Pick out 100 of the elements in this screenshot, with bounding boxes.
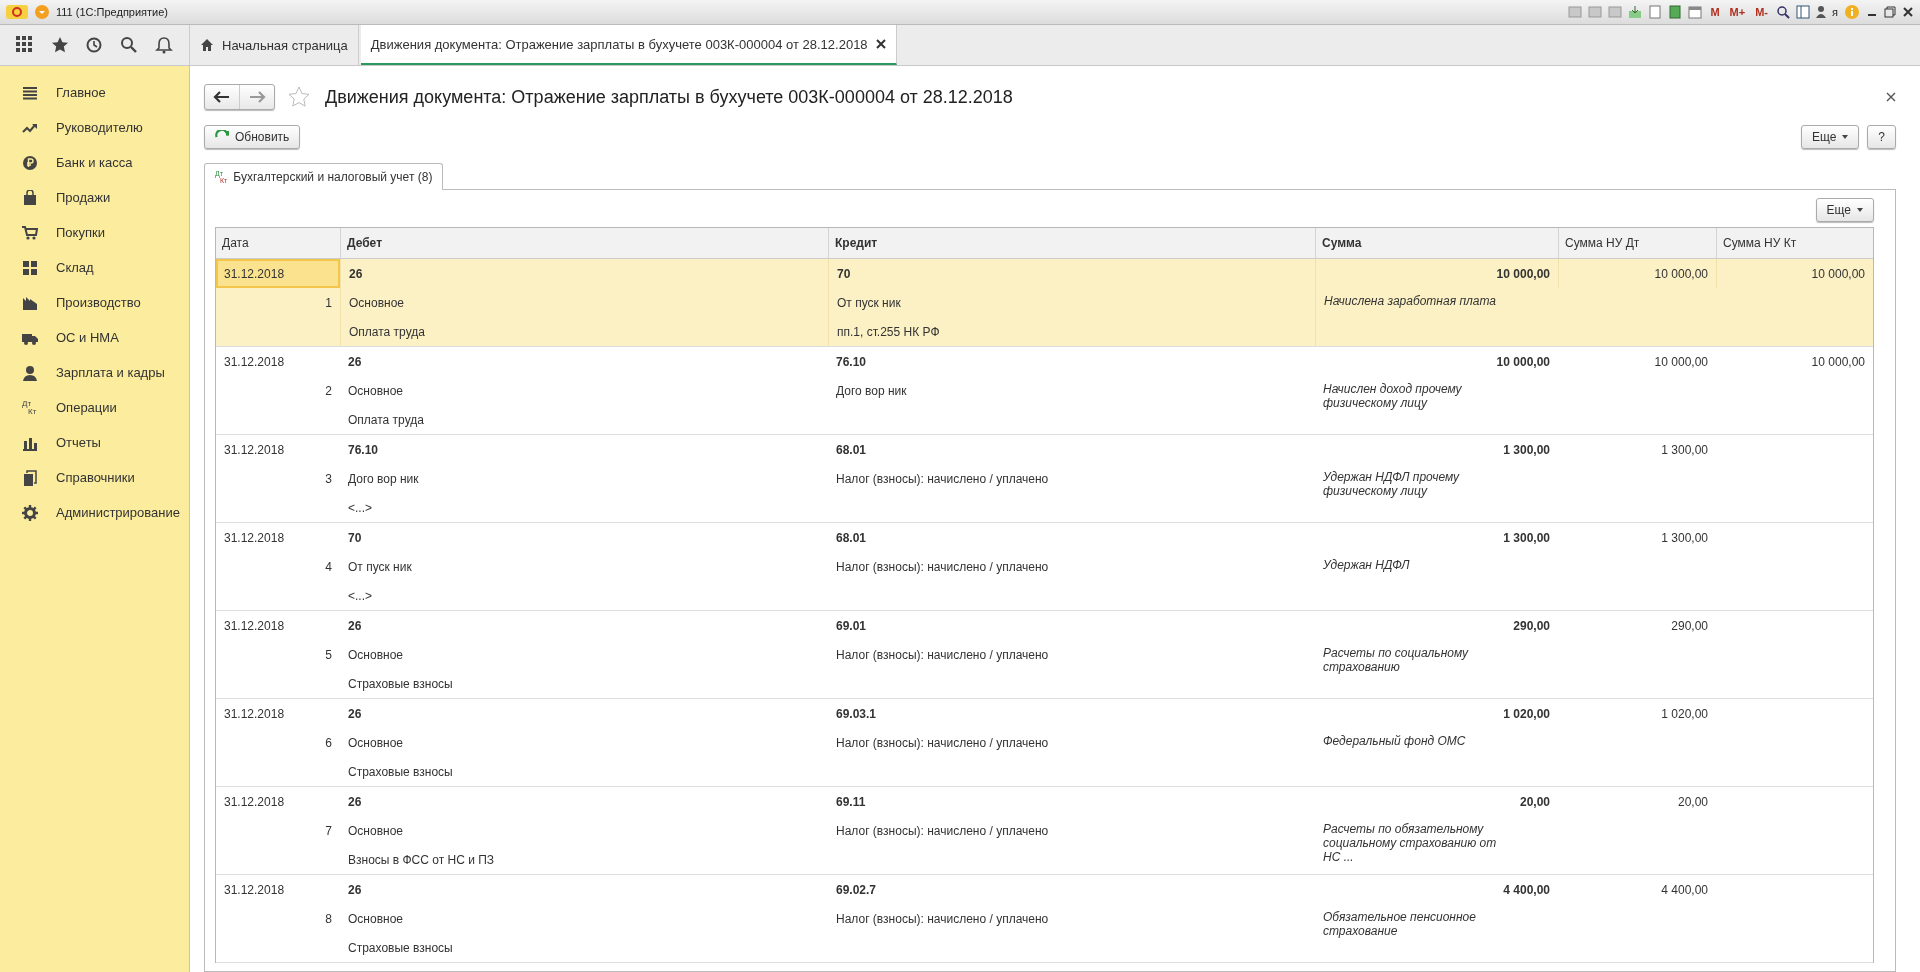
logo-icon — [6, 4, 28, 20]
debit-credit-icon: Дт Кт — [22, 399, 38, 416]
star-outline-icon[interactable] — [287, 85, 311, 109]
caret-icon — [1842, 135, 1849, 139]
sidebar-item[interactable]: Склад — [0, 250, 189, 285]
table-row[interactable]: 31.12.2018 2 26 Основное Оплата труда 76.10 Дого вор ник 10 000,00 Начислен доход прочему физическому лицу 10 000,00 10 000,00 — [216, 347, 1873, 435]
table-cell-text: 31.12.2018 — [223, 881, 286, 899]
table-cell-text: 76.10 — [835, 353, 868, 371]
memory-button[interactable]: M- — [1753, 6, 1771, 18]
sidebar-item[interactable]: Главное — [0, 75, 189, 110]
sidebar-item[interactable]: Банк и касса — [0, 145, 189, 180]
calendar-icon[interactable] — [1688, 5, 1703, 19]
column-header[interactable]: Сумма НУ Кт — [1716, 228, 1873, 258]
memory-button[interactable]: M — [1708, 6, 1722, 18]
memory-button[interactable]: M+ — [1727, 6, 1748, 18]
user-name[interactable]: я — [1832, 6, 1838, 18]
table-cell: Основное — [340, 288, 828, 317]
table-cell-text: Налог (взносы): начислено / уплачено — [835, 558, 1050, 576]
table-cell-text: 69.11 — [835, 793, 867, 811]
close-tab-icon[interactable] — [875, 39, 886, 49]
table-cell-text: <...> — [347, 499, 374, 517]
table-cell-text: Налог (взносы): начислено / уплачено — [835, 646, 1050, 664]
zoom-icon[interactable] — [1776, 5, 1791, 19]
table-cell-text: 20,00 — [1676, 793, 1709, 811]
table-row[interactable]: 31.12.2018 6 26 Основное Страховые взносы 69.03.1 Налог (взносы): начислено / уплачено 1 020,00 Федеральный фонд ОМС 1 020,00 — [216, 699, 1873, 787]
table-row[interactable]: 31.12.2018 7 26 Основное Взносы в ФСС от НС и ПЗ 69.11 Налог (взносы): начислено / уплачено 20,00 Расчеты по обязательному социальному страхованию от НС ... 20,00 — [216, 787, 1873, 875]
table-cell-text: Расчеты по обязательному социальному страхованию от НС ... — [1322, 821, 1498, 866]
sidebar-item[interactable]: Руководителю — [0, 110, 189, 145]
table-cell-text: Основное — [347, 646, 404, 664]
table-cell-text: 31.12.2018 — [223, 705, 286, 723]
sidebar-item[interactable]: Администрирование — [0, 495, 189, 530]
table-row[interactable]: 31.12.2018 1 26 Основное Оплата труда 70 От пуск ник пп.1, ст.255 НК РФ 10 000,00 Начислена заработная плата 10 000,00 10 000,00 — [216, 259, 1873, 347]
table-cell-text: 1 300,00 — [1502, 529, 1551, 547]
apps-grid-icon[interactable] — [16, 36, 35, 54]
panels-icon[interactable] — [1796, 5, 1811, 19]
table-cell-text: <...> — [347, 587, 374, 605]
nav-tab[interactable]: Движения документа: Отражение зарплаты в бухучете 003К-000004 от 28.12.2018 — [360, 25, 897, 65]
column-header[interactable]: Сумма НУ Дт — [1558, 228, 1716, 258]
sidebar-item[interactable]: Справочники — [0, 460, 189, 495]
table-cell-text: Налог (взносы): начислено / уплачено — [835, 822, 1050, 840]
table-cell-text: 68.01 — [835, 529, 868, 547]
table-cell-text: 10 000,00 — [1810, 353, 1866, 371]
table-row[interactable]: 31.12.2018 4 70 От пуск ник <...> 68.01 Налог (взносы): начислено / уплачено 1 300,00 Удержан НДФЛ 1 300,00 — [216, 523, 1873, 611]
table-cell-text: 31.12.2018 — [223, 353, 286, 371]
table-cell: пп.1, ст.255 НК РФ — [828, 317, 1315, 346]
column-header[interactable]: Кредит — [828, 228, 1315, 258]
table-cell: 26 — [340, 259, 828, 288]
table-row[interactable]: 31.12.2018 5 26 Основное Страховые взносы 69.01 Налог (взносы): начислено / уплачено 290,00 Расчеты по социальному страхованию 290,00 — [216, 611, 1873, 699]
table-cell-text: 10 000,00 — [1495, 353, 1551, 371]
star-icon[interactable] — [50, 36, 69, 54]
sidebar-item[interactable]: Отчеты — [0, 425, 189, 460]
table-cell-text: 31.12.2018 — [223, 617, 286, 635]
sidebar-item[interactable]: Продажи — [0, 180, 189, 215]
sidebar-item[interactable]: ОС и НМА — [0, 320, 189, 355]
table-cell: От пуск ник — [828, 288, 1315, 317]
more-button[interactable]: Еще — [1815, 198, 1874, 222]
table-cell-text: 31.12.2018 — [223, 529, 286, 547]
column-header[interactable]: Сумма — [1315, 228, 1558, 258]
download-icon[interactable] — [1628, 5, 1643, 19]
table-cell-text: 26 — [347, 705, 363, 723]
settings-icon — [22, 504, 38, 521]
table-cell-text: Обязательное пенсионное страхование — [1322, 909, 1477, 940]
table-cell: Начислена заработная плата — [1315, 288, 1558, 346]
history-nav-buttons[interactable] — [204, 84, 275, 110]
page-title: Движения документа: Отражение зарплаты в бухучете 003К-000004 от 28.12.2018 — [325, 86, 1014, 108]
table-cell-text: 68.01 — [835, 441, 868, 459]
close-icon[interactable] — [1902, 6, 1914, 18]
more-button[interactable]: Еще — [1800, 125, 1860, 149]
table-row[interactable]: 31.12.2018 8 26 Основное Страховые взносы 69.02.7 Налог (взносы): начислено / уплачено 4 400,00 Обязательное пенсионное страхование 4 400,00 — [216, 875, 1873, 963]
column-header[interactable]: Дебет — [340, 228, 828, 258]
table-cell-text: 4 400,00 — [1660, 881, 1709, 899]
table-cell-text: Страховые взносы — [347, 763, 454, 781]
table-cell: 70 — [828, 259, 1315, 288]
table-cell-text: 7 — [324, 822, 333, 840]
table-cell-text: 26 — [347, 881, 363, 899]
table-cell-text: 69.02.7 — [835, 881, 878, 899]
table-cell-text: 31.12.2018 — [223, 793, 286, 811]
refresh-button[interactable]: Обновить — [204, 125, 301, 149]
table-cell-text: 6 — [324, 734, 333, 752]
table-cell-text: Удержан НДФЛ — [1322, 557, 1411, 574]
history-icon[interactable] — [85, 36, 104, 54]
user-icon — [1816, 5, 1827, 19]
table-cell-text: Расчеты по социальному страхованию — [1322, 645, 1470, 676]
table-cell-text: От пуск ник — [347, 558, 413, 576]
sidebar-item[interactable]: Зарплата и кадры — [0, 355, 189, 390]
table-cell-text: 69.01 — [835, 617, 868, 635]
table-cell: 10 000,00 — [1315, 259, 1558, 288]
restore-icon[interactable] — [1884, 6, 1896, 18]
close-icon[interactable] — [1886, 92, 1896, 102]
sidebar-item[interactable]: Покупки — [0, 215, 189, 250]
bell-icon[interactable] — [154, 36, 173, 54]
sidebar-item[interactable]: Производство — [0, 285, 189, 320]
help-button[interactable]: ? — [1867, 125, 1896, 149]
caret-icon — [1857, 208, 1863, 212]
column-header[interactable]: Дата — [216, 228, 340, 258]
grid-icon — [22, 259, 38, 276]
table-row[interactable]: 31.12.2018 3 76.10 Дого вор ник <...> 68.01 Налог (взносы): начислено / уплачено 1 300,00 Удержан НДФЛ прочему физическому лицу 1 300,00 — [216, 435, 1873, 523]
search-icon[interactable] — [120, 36, 139, 54]
sidebar-item[interactable]: Дт Кт Операции — [0, 390, 189, 425]
cart-icon — [22, 224, 38, 241]
